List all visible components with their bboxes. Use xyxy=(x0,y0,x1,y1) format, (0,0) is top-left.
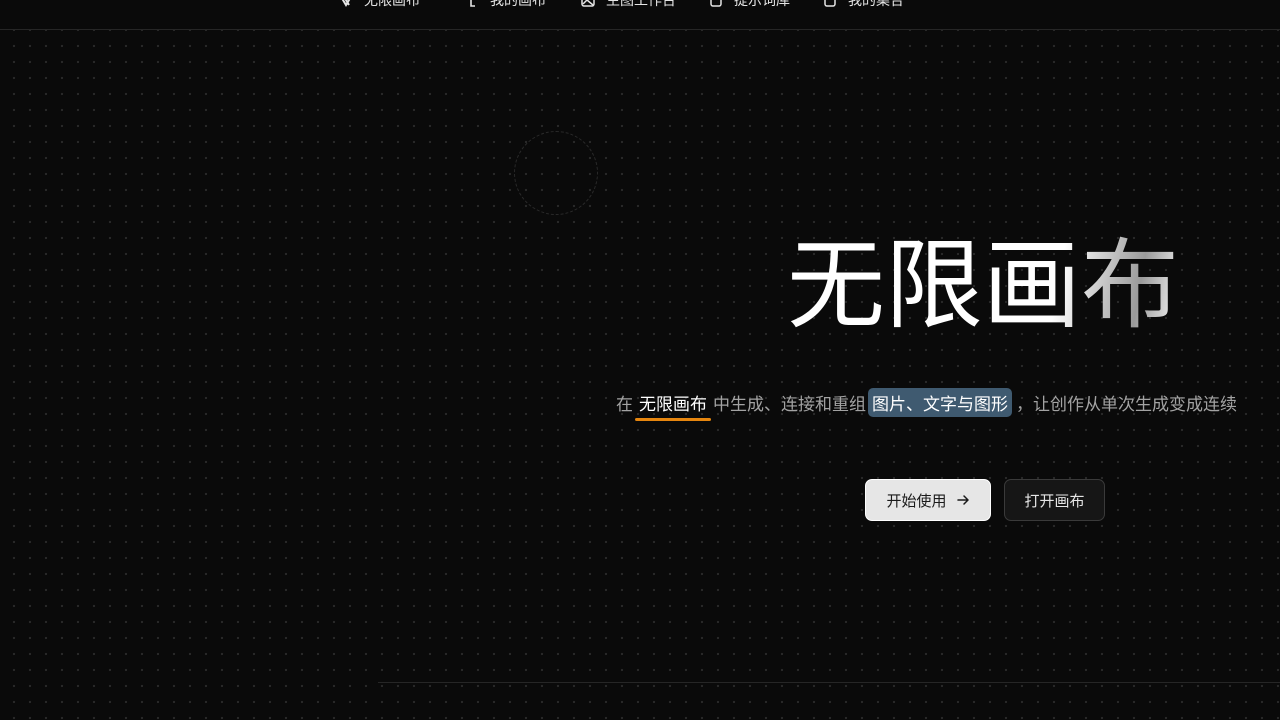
image-icon xyxy=(581,0,595,7)
nav-label: 无限画布 xyxy=(364,0,420,9)
subtitle-highlight-box: 图片、文字与图形 xyxy=(868,387,1012,417)
subtitle-middle: 中生成、连接和重组 xyxy=(713,394,866,415)
nav-label: 我的集合 xyxy=(848,0,904,9)
start-button-label: 开始使用 xyxy=(886,492,947,510)
nav-item-image-workbench[interactable]: 生图工作台 xyxy=(580,0,676,13)
notebook-icon xyxy=(710,0,722,7)
nav-item-prompt-library[interactable]: 提示词库 xyxy=(708,0,790,13)
bottom-divider xyxy=(378,682,1280,683)
hero-title: 无限画布 xyxy=(787,226,1179,346)
open-canvas-button-label: 打开画布 xyxy=(1024,492,1085,510)
landing-page: 无限画布 我的画布 生图工作台 提示词库 我的集合 无限画布 在 无限画布 中生… xyxy=(0,0,1280,720)
nav-label: 提示词库 xyxy=(734,0,790,9)
nav-item-my-collection[interactable]: 我的集合 xyxy=(822,0,904,13)
decorative-circle xyxy=(514,131,598,215)
nav-label: 生图工作台 xyxy=(606,0,676,9)
nav-item-my-canvas[interactable]: 我的画布 xyxy=(466,0,546,13)
logo-icon xyxy=(341,0,351,7)
top-nav: 无限画布 我的画布 生图工作台 提示词库 我的集合 xyxy=(0,0,1280,30)
subtitle-prefix: 在 xyxy=(616,394,633,415)
nav-item-canvas[interactable]: 无限画布 xyxy=(338,0,420,13)
subtitle-highlight-underline: 无限画布 xyxy=(635,390,711,421)
subtitle-suffix: ，让创作从单次生成变成连续 xyxy=(1016,394,1237,415)
hero-subtitle: 在 无限画布 中生成、连接和重组 图片、文字与图形 ，让创作从单次生成变成连续 xyxy=(616,386,1237,421)
bracket-icon xyxy=(470,0,475,7)
nav-label: 我的画布 xyxy=(490,0,546,9)
open-canvas-button[interactable]: 打开画布 xyxy=(1004,479,1105,521)
start-button[interactable]: 开始使用 xyxy=(865,479,991,521)
arrow-right-icon xyxy=(956,495,969,505)
clipboard-icon xyxy=(824,0,836,7)
